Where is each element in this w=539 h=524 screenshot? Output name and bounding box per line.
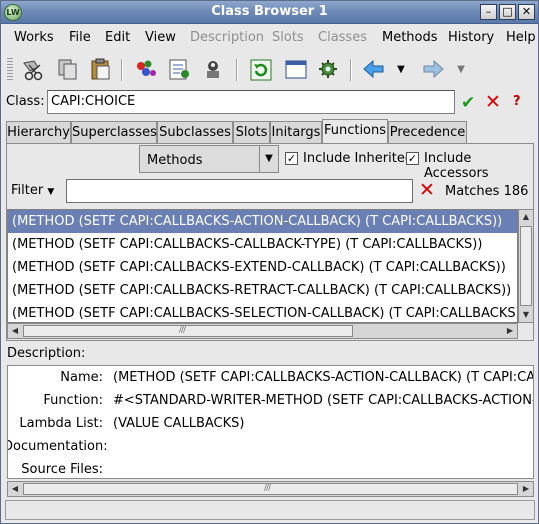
cancel-icon[interactable]: ✕ bbox=[485, 91, 501, 113]
help-icon[interactable]: ? bbox=[513, 94, 521, 109]
function-key: Function: bbox=[43, 393, 103, 408]
scroll-grip-icon: /// bbox=[179, 325, 186, 335]
status-bar bbox=[5, 500, 535, 520]
debug-icon[interactable] bbox=[201, 57, 227, 82]
tab-hierarchy[interactable]: Hierarchy bbox=[6, 121, 71, 143]
class-input[interactable]: CAPI:CHOICE bbox=[47, 90, 455, 114]
class-row: Class: CAPI:CHOICE ✔ ✕ ? bbox=[1, 88, 538, 116]
filter-input[interactable] bbox=[66, 179, 413, 203]
list-vertical-scrollbar[interactable]: ▲ ▼ bbox=[518, 209, 534, 323]
clear-filter-icon[interactable]: ✕ bbox=[419, 179, 435, 201]
scroll-right-icon[interactable]: ▶ bbox=[503, 324, 517, 338]
function-value: #<STANDARD-WRITER-METHOD (SETF CAPI:CALL… bbox=[113, 393, 533, 408]
include-accessors-checkbox[interactable]: ✓ bbox=[406, 152, 419, 165]
chevron-down-icon: ▼ bbox=[47, 187, 55, 197]
toolbar-grip[interactable] bbox=[7, 58, 13, 82]
cut-icon[interactable] bbox=[20, 57, 46, 82]
description-panel: Name: (METHOD (SETF CAPI:CALLBACKS-ACTIO… bbox=[7, 365, 534, 479]
toolbar: ▼ ▼ bbox=[1, 52, 538, 86]
list-horizontal-scrollbar[interactable]: ◀ /// ▶ bbox=[7, 323, 518, 339]
list-item[interactable]: (METHOD (SETF CAPI:CALLBACKS-ACTION-CALL… bbox=[8, 210, 517, 233]
menu-classes[interactable]: Classes bbox=[318, 30, 367, 45]
list-vertical-scroll-thumb[interactable] bbox=[520, 226, 532, 306]
menu-file[interactable]: File bbox=[69, 30, 91, 45]
tab-superclasses[interactable]: Superclasses bbox=[71, 121, 157, 143]
menu-slots[interactable]: Slots bbox=[272, 30, 304, 45]
paste-icon[interactable] bbox=[88, 57, 114, 82]
window-icon[interactable] bbox=[283, 57, 309, 82]
settings-icon[interactable] bbox=[316, 57, 342, 82]
forward-icon[interactable] bbox=[420, 57, 446, 82]
filter-button[interactable]: Filter ▼ bbox=[11, 183, 54, 198]
function-list: (METHOD (SETF CAPI:CALLBACKS-ACTION-CALL… bbox=[7, 209, 518, 323]
chevron-down-icon: ▼ bbox=[259, 146, 278, 172]
maximize-icon[interactable]: □ bbox=[499, 4, 516, 20]
class-browser-window: LW Class Browser 1 – □ ✕ Works File Edit… bbox=[0, 0, 539, 524]
copy-icon[interactable] bbox=[55, 57, 81, 82]
toolbar-separator bbox=[350, 59, 352, 81]
window-title: Class Browser 1 bbox=[211, 4, 328, 19]
description-label: Description: bbox=[7, 346, 86, 361]
function-kind-select[interactable]: Methods ▼ bbox=[139, 145, 279, 173]
toolbar-separator bbox=[121, 59, 123, 81]
include-inherited-label: Include Inherited bbox=[303, 151, 414, 166]
filter-label: Filter bbox=[11, 183, 44, 198]
match-count: Matches 186 bbox=[445, 184, 529, 199]
ok-icon[interactable]: ✔ bbox=[461, 93, 475, 113]
function-kind-value: Methods bbox=[147, 153, 203, 168]
tab-bar: Hierarchy Superclasses Subclasses Slots … bbox=[6, 119, 536, 144]
scroll-right-icon[interactable]: ▶ bbox=[519, 482, 533, 496]
menu-methods[interactable]: Methods bbox=[382, 30, 438, 45]
back-icon[interactable] bbox=[361, 57, 387, 82]
menu-bar: Works File Edit View Description Slots C… bbox=[1, 25, 538, 51]
close-icon[interactable]: ✕ bbox=[518, 4, 535, 20]
menu-description[interactable]: Description bbox=[190, 30, 264, 45]
list-horizontal-scroll-thumb[interactable]: /// bbox=[23, 325, 353, 337]
menu-view[interactable]: View bbox=[145, 30, 176, 45]
source-files-key: Source Files: bbox=[21, 462, 103, 477]
back-menu-icon[interactable]: ▼ bbox=[393, 57, 409, 82]
tab-initargs[interactable]: Initargs bbox=[270, 121, 322, 143]
description-horizontal-scroll-thumb[interactable]: /// bbox=[23, 483, 518, 495]
toolbar-separator bbox=[236, 59, 238, 81]
include-inherited-checkbox[interactable]: ✓ bbox=[285, 152, 298, 165]
class-label: Class: bbox=[6, 94, 45, 109]
forward-menu-icon[interactable]: ▼ bbox=[453, 57, 469, 82]
scroll-grip-icon: /// bbox=[264, 483, 271, 493]
tab-subclasses[interactable]: Subclasses bbox=[157, 121, 233, 143]
name-key: Name: bbox=[60, 370, 103, 385]
documentation-key: Documentation: bbox=[7, 439, 108, 454]
menu-works[interactable]: Works bbox=[14, 30, 54, 45]
inspect-icon[interactable] bbox=[167, 57, 193, 82]
lambda-list-key: Lambda List: bbox=[19, 416, 103, 431]
menu-help[interactable]: Help bbox=[506, 30, 536, 45]
menu-history[interactable]: History bbox=[448, 30, 494, 45]
tab-slots[interactable]: Slots bbox=[233, 121, 270, 143]
list-item[interactable]: (METHOD (SETF CAPI:CALLBACKS-CALLBACK-TY… bbox=[8, 233, 517, 256]
description-horizontal-scrollbar[interactable]: ◀ /// ▶ bbox=[7, 481, 534, 497]
scroll-left-icon[interactable]: ◀ bbox=[8, 324, 22, 338]
scroll-up-icon[interactable]: ▲ bbox=[519, 210, 533, 224]
list-item[interactable]: (METHOD (SETF CAPI:CALLBACKS-SELECTION-C… bbox=[8, 302, 517, 322]
title-bar[interactable]: LW Class Browser 1 – □ ✕ bbox=[1, 1, 538, 24]
browse-objects-icon[interactable] bbox=[133, 57, 159, 82]
scroll-down-icon[interactable]: ▼ bbox=[519, 308, 533, 322]
tab-precedence[interactable]: Precedence bbox=[388, 121, 467, 143]
tab-functions[interactable]: Functions bbox=[322, 119, 388, 144]
list-item[interactable]: (METHOD (SETF CAPI:CALLBACKS-RETRACT-CAL… bbox=[8, 279, 517, 302]
list-item[interactable]: (METHOD (SETF CAPI:CALLBACKS-EXTEND-CALL… bbox=[8, 256, 517, 279]
refresh-icon[interactable] bbox=[248, 57, 274, 82]
name-value: (METHOD (SETF CAPI:CALLBACKS-ACTION-CALL… bbox=[113, 370, 533, 385]
lambda-list-value: (VALUE CALLBACKS) bbox=[113, 416, 245, 431]
menu-edit[interactable]: Edit bbox=[105, 30, 130, 45]
include-accessors-label: Include Accessors bbox=[424, 151, 489, 181]
minimize-icon[interactable]: – bbox=[480, 4, 497, 20]
scroll-left-icon[interactable]: ◀ bbox=[8, 482, 22, 496]
